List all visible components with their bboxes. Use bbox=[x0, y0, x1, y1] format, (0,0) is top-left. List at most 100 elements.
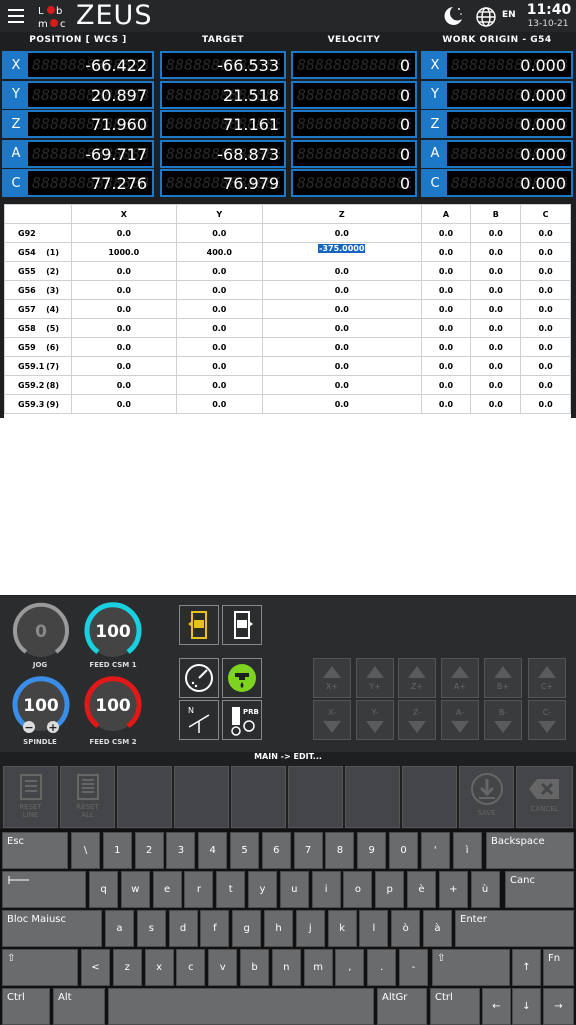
table-cell[interactable]: 0.0 bbox=[470, 356, 522, 376]
key-ù[interactable]: ù bbox=[470, 871, 500, 908]
key-arrow-up[interactable]: ↑ bbox=[512, 949, 541, 986]
table-cell[interactable]: 0.0 bbox=[470, 223, 522, 243]
table-cell[interactable]: 0.0 bbox=[520, 223, 571, 243]
table-cell[interactable]: 0.0 bbox=[261, 318, 422, 338]
key-è[interactable]: è bbox=[407, 871, 436, 908]
table-cell[interactable]: 1000.0 bbox=[71, 242, 177, 262]
table-cell[interactable]: 0.0 bbox=[175, 223, 263, 243]
table-cell[interactable]: 0.0 bbox=[71, 356, 177, 376]
feed1-gauge[interactable]: 100 bbox=[84, 602, 142, 664]
table-cell[interactable]: 0.0 bbox=[520, 337, 571, 357]
key-u[interactable]: u bbox=[279, 871, 309, 908]
key-arrow-left[interactable]: ← bbox=[482, 988, 511, 1025]
key-r[interactable]: r bbox=[184, 871, 214, 908]
key-1-sym[interactable]: z bbox=[112, 949, 142, 986]
key-8[interactable]: 8 bbox=[325, 832, 355, 869]
reset-line-button[interactable]: RESET LINE bbox=[3, 766, 58, 828]
key-i[interactable]: i bbox=[311, 871, 341, 908]
table-cell[interactable]: 0.0 bbox=[470, 318, 522, 338]
key-h[interactable]: h bbox=[264, 910, 293, 947]
softkey-8[interactable] bbox=[402, 766, 457, 828]
jog-b-plus-button[interactable]: B+ bbox=[484, 658, 522, 698]
key-8-sym[interactable]: , bbox=[335, 949, 365, 986]
table-cell[interactable]: 0.0 bbox=[261, 337, 422, 357]
jog-a-minus-button[interactable]: A- bbox=[441, 700, 479, 740]
key-backspace[interactable]: Backspace bbox=[486, 832, 574, 869]
key-y[interactable]: y bbox=[248, 871, 277, 908]
table-cell[interactable]: 0.0 bbox=[520, 394, 571, 414]
key-à[interactable]: à bbox=[423, 910, 452, 947]
key-g[interactable]: g bbox=[232, 910, 262, 947]
key-0[interactable]: \ bbox=[71, 832, 100, 869]
key-l[interactable]: l bbox=[359, 910, 389, 947]
jog-gauge[interactable]: 0 bbox=[12, 602, 70, 664]
table-cell[interactable]: 0.0 bbox=[470, 394, 522, 414]
key-6[interactable]: 6 bbox=[261, 832, 291, 869]
key-t[interactable]: t bbox=[216, 871, 246, 908]
key-alt[interactable]: Alt bbox=[53, 988, 105, 1025]
key-7[interactable]: 7 bbox=[293, 832, 323, 869]
key-0-sym[interactable]: < bbox=[81, 949, 110, 986]
key-11[interactable]: ' bbox=[420, 832, 450, 869]
key-4-sym[interactable]: v bbox=[208, 949, 238, 986]
key-2[interactable]: 2 bbox=[134, 832, 164, 869]
key-3[interactable]: 3 bbox=[166, 832, 196, 869]
key-+[interactable]: + bbox=[438, 871, 468, 908]
key-3-sym[interactable]: c bbox=[176, 949, 206, 986]
axes-button[interactable]: N bbox=[179, 700, 219, 740]
reset-all-button[interactable]: RESET ALL bbox=[60, 766, 115, 828]
tool-measure-button[interactable] bbox=[222, 605, 262, 645]
key-canc[interactable]: Canc bbox=[505, 871, 574, 908]
table-cell[interactable]: 0.0 bbox=[520, 280, 571, 300]
key-fn[interactable]: Fn bbox=[543, 949, 574, 986]
table-cell[interactable]: 0.0 bbox=[71, 299, 177, 319]
key-arrow-down[interactable]: ↓ bbox=[512, 988, 541, 1025]
table-cell[interactable]: 0.0 bbox=[261, 394, 422, 414]
table-cell[interactable]: 0.0 bbox=[175, 337, 263, 357]
key-6-sym[interactable]: n bbox=[271, 949, 301, 986]
key-a[interactable]: a bbox=[105, 910, 134, 947]
table-cell[interactable]: 0.0 bbox=[175, 356, 263, 376]
table-cell[interactable]: 0.0 bbox=[470, 337, 522, 357]
jog-x-minus-button[interactable]: X- bbox=[313, 700, 351, 740]
key-9-sym[interactable]: . bbox=[367, 949, 397, 986]
jog-c-plus-button[interactable]: C+ bbox=[528, 658, 566, 698]
jog-y-plus-button[interactable]: Y+ bbox=[356, 658, 394, 698]
key-tab[interactable] bbox=[2, 871, 86, 908]
table-cell[interactable]: 0.0 bbox=[470, 375, 522, 395]
night-mode-icon[interactable] bbox=[441, 5, 465, 27]
language-label[interactable]: EN bbox=[502, 10, 516, 20]
table-cell[interactable]: 0.0 bbox=[420, 375, 472, 395]
table-cell[interactable]: 0.0 bbox=[175, 318, 263, 338]
table-cell[interactable]: 0.0 bbox=[470, 299, 522, 319]
key-5-sym[interactable]: b bbox=[240, 949, 269, 986]
key-4[interactable]: 4 bbox=[198, 832, 228, 869]
table-cell[interactable]: 0.0 bbox=[470, 280, 522, 300]
table-cell[interactable]: 0.0 bbox=[71, 375, 177, 395]
table-cell[interactable]: 0.0 bbox=[520, 375, 571, 395]
key-ctrl-right[interactable]: Ctrl bbox=[430, 988, 480, 1025]
table-cell[interactable]: 0.0 bbox=[71, 223, 177, 243]
key-10[interactable]: 0 bbox=[389, 832, 418, 869]
table-cell[interactable]: 0.0 bbox=[470, 242, 522, 262]
key-w[interactable]: w bbox=[120, 871, 150, 908]
tool-change-button[interactable] bbox=[179, 605, 219, 645]
table-cell[interactable]: 0.0 bbox=[420, 356, 472, 376]
jog-c-minus-button[interactable]: C- bbox=[528, 700, 566, 740]
table-cell[interactable]: 0.0 bbox=[520, 299, 571, 319]
key-k[interactable]: k bbox=[327, 910, 357, 947]
table-cell[interactable]: 0.0 bbox=[261, 356, 422, 376]
probe-button[interactable]: PRB bbox=[222, 700, 262, 740]
key-ctrl-left[interactable]: Ctrl bbox=[2, 988, 50, 1025]
key-space[interactable] bbox=[108, 988, 374, 1025]
table-cell[interactable]: 0.0 bbox=[261, 261, 422, 281]
jog-b-minus-button[interactable]: B- bbox=[484, 700, 522, 740]
key-caps-lock[interactable]: Bloc Maiusc bbox=[2, 910, 102, 947]
table-cell[interactable]: 0.0 bbox=[420, 242, 472, 262]
table-cell[interactable]: 0.0 bbox=[420, 261, 472, 281]
key-10-sym[interactable]: - bbox=[399, 949, 428, 986]
table-cell[interactable]: 0.0 bbox=[261, 299, 422, 319]
softkey-5[interactable] bbox=[231, 766, 286, 828]
table-cell[interactable]: 0.0 bbox=[520, 242, 571, 262]
table-cell[interactable]: 400.0 bbox=[175, 242, 263, 262]
